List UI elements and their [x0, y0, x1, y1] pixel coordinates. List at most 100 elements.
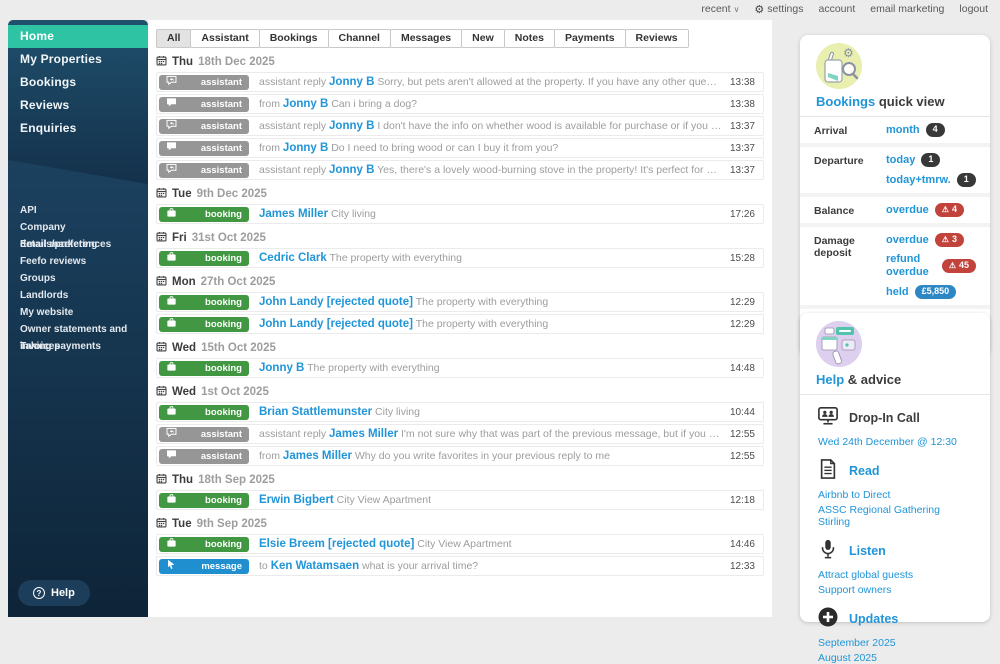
- help-section-title-row[interactable]: Drop-In Call: [818, 406, 972, 429]
- feed-group: Wed 15th Oct 2025 booking Jonny B The prope…: [156, 341, 764, 378]
- guest-name: Erwin Bigbert: [259, 494, 334, 506]
- guest-name: Cedric Clark: [259, 252, 327, 264]
- feed-row[interactable]: booking Erwin Bigbert City View Apartment…: [156, 490, 764, 510]
- feed-row-time: 17:26: [729, 208, 755, 220]
- sidebar-item-api[interactable]: API: [8, 202, 148, 219]
- sidebar-item-bookings[interactable]: Bookings: [8, 71, 148, 94]
- feed-group: Thu 18th Dec 2025 assistant assistant reply…: [156, 55, 764, 180]
- quick-view-link-refund-overdue[interactable]: refund overdue ⚠ 45: [886, 253, 976, 279]
- tab-bookings[interactable]: Bookings: [258, 29, 329, 48]
- feed-row-time: 14:46: [729, 538, 755, 550]
- feed-row[interactable]: booking Cedric Clark The property with ev…: [156, 248, 764, 268]
- date-header-day: Thu: [172, 474, 194, 486]
- feed-row[interactable]: assistant assistant reply Jonny B Sorry, …: [156, 72, 764, 92]
- quick-view-link-held[interactable]: held £5,850: [886, 285, 976, 299]
- quick-view-link-overdue[interactable]: overdue ⚠ 3: [886, 233, 976, 247]
- feed-row[interactable]: assistant from Jonny B Do I need to bring…: [156, 138, 764, 158]
- help-link[interactable]: ASSC Regional Gathering Stirling: [818, 504, 972, 528]
- topbar-link-logout[interactable]: logout: [959, 3, 988, 16]
- sidebar-primary-nav: Home My Properties Bookings Reviews Enquirie…: [8, 20, 148, 140]
- help-button-label: Help: [51, 587, 75, 599]
- help-button[interactable]: ? Help: [18, 580, 90, 606]
- quick-view-row-damage-deposit: Damage deposit overdue ⚠ 3 refund overdue ⚠ 45…: [800, 227, 990, 309]
- help-section-title-row[interactable]: Read: [818, 459, 972, 482]
- tab-channel[interactable]: Channel: [327, 29, 391, 48]
- help-link[interactable]: September 2025: [818, 637, 972, 649]
- sidebar-item-company-details-preferences[interactable]: Company details/preferences: [8, 219, 148, 250]
- feed-row[interactable]: assistant assistant reply Jonny B Yes, th…: [156, 160, 764, 180]
- help-link[interactable]: Airbnb to Direct: [818, 489, 972, 501]
- help-section-title-row[interactable]: Listen: [818, 539, 972, 562]
- assistant-badge: assistant: [159, 162, 249, 178]
- feed-row[interactable]: assistant from Jonny B Can i bring a dog?…: [156, 94, 764, 114]
- sidebar-item-groups[interactable]: Groups: [8, 270, 148, 287]
- quick-view-link-today[interactable]: today 1: [886, 153, 976, 167]
- feed-row-text: assistant reply James Miller I'm not sur…: [259, 428, 722, 440]
- sidebar-item-feefo-reviews[interactable]: Feefo reviews: [8, 253, 148, 270]
- topbar-link-recent[interactable]: recent ∨: [701, 3, 739, 16]
- booking-badge: booking: [159, 536, 249, 552]
- help-advice-header: Help & advice: [800, 313, 990, 395]
- topbar-link-settings[interactable]: ⚙ settings: [754, 3, 803, 16]
- date-header: Thu 18th Sep 2025: [156, 473, 764, 487]
- feed-row-time: 13:37: [729, 164, 755, 176]
- topbar-link-email-marketing[interactable]: email marketing: [870, 3, 944, 16]
- booking-badge-label: booking: [205, 406, 242, 418]
- quick-view-link-month[interactable]: month 4: [886, 123, 945, 137]
- suitcase-icon: [166, 251, 177, 265]
- count-badge: ⚠ 3: [934, 233, 964, 247]
- chat-icon: [166, 141, 177, 155]
- assistant-badge-label: assistant: [200, 450, 242, 462]
- drop-in-call-icon: [818, 406, 838, 429]
- help-link[interactable]: Support owners: [818, 584, 972, 596]
- feed-row-prefix: from: [259, 98, 283, 110]
- assistant-badge: assistant: [159, 448, 249, 464]
- topbar-link-account[interactable]: account: [818, 3, 855, 16]
- assistant-badge: assistant: [159, 96, 249, 112]
- feed-row[interactable]: booking Jonny B The property with everyth…: [156, 358, 764, 378]
- guest-name: Jonny B: [282, 142, 329, 154]
- sidebar-item-taking-payments[interactable]: Taking payments: [8, 338, 148, 355]
- feed-row[interactable]: booking Elsie Breem [rejected quote] City…: [156, 534, 764, 554]
- sidebar-item-reviews[interactable]: Reviews: [8, 94, 148, 117]
- feed-row-time: 13:37: [729, 120, 755, 132]
- tab-notes[interactable]: Notes: [503, 29, 555, 48]
- sidebar-item-home[interactable]: Home: [8, 25, 148, 48]
- sidebar-item-owner-statements-and-invoices[interactable]: Owner statements and invoices: [8, 321, 148, 352]
- suitcase-icon: [166, 405, 177, 419]
- help-link[interactable]: Wed 24th December @ 12:30: [818, 436, 972, 448]
- feed-row-prefix: to: [259, 560, 271, 572]
- feed-row[interactable]: assistant assistant reply James Miller I'…: [156, 424, 764, 444]
- quick-view-link-today-tmrw-[interactable]: today+tmrw. 1: [886, 173, 976, 187]
- tab-assistant[interactable]: Assistant: [190, 29, 260, 48]
- quick-view-link-overdue[interactable]: overdue ⚠ 4: [886, 203, 964, 217]
- feed-row[interactable]: assistant from James Miller Why do you wr…: [156, 446, 764, 466]
- date-header-day: Mon: [172, 276, 196, 288]
- tab-new[interactable]: New: [461, 29, 505, 48]
- feed-row[interactable]: message to Ken Watamsaen what is your arr…: [156, 556, 764, 576]
- feed-row[interactable]: booking Brian Stattlemunster City living 1…: [156, 402, 764, 422]
- sidebar-item-email-marketing[interactable]: Email marketing: [8, 236, 148, 253]
- quick-view-row-label: Damage deposit: [814, 235, 855, 259]
- tab-all[interactable]: All: [156, 29, 192, 48]
- feed-row[interactable]: booking James Miller City living 17:26: [156, 204, 764, 224]
- sidebar-item-my-properties[interactable]: My Properties: [8, 48, 148, 71]
- date-header-date: 31st Oct 2025: [191, 232, 266, 244]
- tab-reviews[interactable]: Reviews: [624, 29, 689, 48]
- sidebar-item-my-website[interactable]: My website: [8, 304, 148, 321]
- help-section-drop-in-call: Drop-In Call Wed 24th December @ 12:30: [800, 395, 990, 448]
- tab-messages[interactable]: Messages: [389, 29, 463, 48]
- guest-name: John Landy [rejected quote]: [259, 318, 413, 330]
- assistant-badge: assistant: [159, 140, 249, 156]
- tab-payments[interactable]: Payments: [553, 29, 626, 48]
- sidebar-item-enquiries[interactable]: Enquiries: [8, 117, 148, 140]
- feed-row[interactable]: assistant assistant reply Jonny B I don't…: [156, 116, 764, 136]
- help-link[interactable]: August 2025: [818, 652, 972, 664]
- feed-row[interactable]: booking John Landy [rejected quote] The p…: [156, 292, 764, 312]
- help-section-title-row[interactable]: Updates: [818, 607, 972, 630]
- gear-icon: ⚙: [754, 3, 765, 16]
- sidebar-item-landlords[interactable]: Landlords: [8, 287, 148, 304]
- feed-row-time: 12:55: [729, 428, 755, 440]
- feed-row[interactable]: booking John Landy [rejected quote] The p…: [156, 314, 764, 334]
- help-link[interactable]: Attract global guests: [818, 569, 972, 581]
